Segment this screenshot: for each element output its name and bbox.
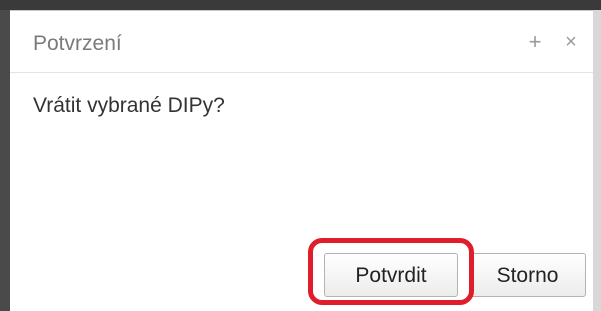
close-icon[interactable]: × — [560, 29, 582, 55]
background-app-strip-left — [0, 10, 10, 311]
dialog-header: Potvrzení + × — [10, 11, 593, 73]
dialog-title: Potvrzení — [33, 32, 122, 55]
maximize-icon[interactable]: + — [524, 29, 546, 55]
background-app-strip-right — [593, 10, 601, 311]
cancel-button[interactable]: Storno — [469, 253, 586, 297]
background-app-strip-top — [0, 0, 601, 10]
dialog-message: Vrátit vybrané DIPy? — [33, 94, 225, 117]
confirmation-dialog: Potvrzení + × Vrátit vybrané DIPy? Potvr… — [10, 10, 593, 311]
confirm-button[interactable]: Potvrdit — [324, 253, 458, 297]
